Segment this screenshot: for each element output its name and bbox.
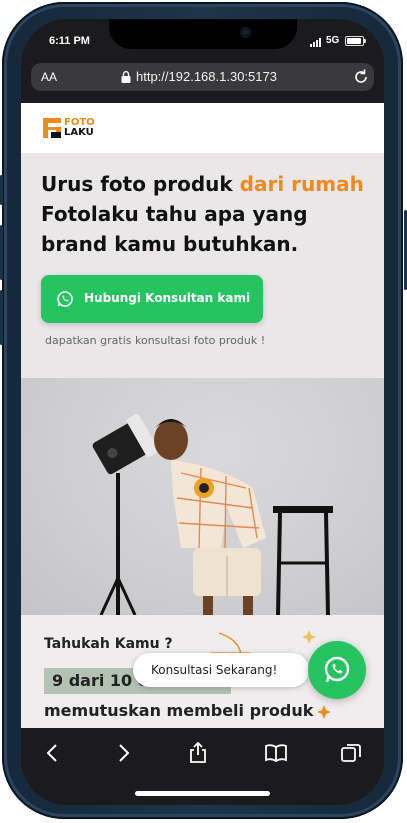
- share-icon[interactable]: [186, 741, 210, 765]
- headline-line-3: brand kamu butuhkan.: [41, 232, 299, 256]
- network-label: 5G: [326, 35, 340, 46]
- logo-mark-icon: [43, 118, 61, 138]
- statistic-text: memutuskan membeli produk: [44, 701, 314, 720]
- back-icon[interactable]: [41, 741, 65, 765]
- forward-icon[interactable]: [111, 741, 135, 765]
- whatsapp-icon: [324, 656, 350, 683]
- mute-switch: [0, 175, 3, 205]
- did-you-know-heading: Tahukah Kamu ?: [44, 636, 173, 652]
- headline-accent: dari rumah: [239, 172, 364, 196]
- fotolaku-logo[interactable]: FOTO LAKU: [43, 118, 95, 138]
- volume-up-button: [0, 225, 3, 280]
- volume-down-button: [0, 290, 3, 345]
- hero-section: Urus foto produk dari rumah Fotolaku tah…: [21, 153, 384, 378]
- battery-icon: [345, 36, 366, 46]
- status-bar: 6:11 PM 5G: [21, 19, 384, 63]
- logo-text: FOTO LAKU: [64, 118, 95, 138]
- bookmarks-icon[interactable]: [264, 741, 288, 765]
- cta-label: Hubungi Konsultan kami: [84, 291, 251, 305]
- hero-headline: Urus foto produk dari rumah Fotolaku tah…: [41, 169, 371, 259]
- consult-now-button[interactable]: Konsultasi Sekarang!: [133, 653, 309, 687]
- whatsapp-floating-button[interactable]: [308, 641, 366, 699]
- whatsapp-icon: [57, 291, 73, 307]
- url-text[interactable]: http://192.168.1.30:5173: [136, 69, 277, 84]
- screen: 6:11 PM 5G AA http://192.168.1.30:5173 F…: [21, 19, 384, 805]
- tabs-icon[interactable]: [339, 741, 363, 765]
- free-consultation-note: dapatkan gratis konsultasi foto produk !: [45, 334, 266, 347]
- notch: [109, 19, 297, 49]
- address-bar[interactable]: AA http://192.168.1.30:5173: [31, 63, 374, 91]
- camera: [240, 27, 251, 38]
- signal-icon: [310, 38, 321, 47]
- hero-photo: [21, 378, 384, 615]
- headline-line-2: Fotolaku tahu apa yang: [41, 202, 308, 226]
- text-size-button[interactable]: AA: [41, 70, 57, 84]
- status-time: 6:11 PM: [49, 35, 90, 47]
- reload-icon[interactable]: [352, 68, 370, 86]
- logo-line-2: LAKU: [64, 127, 94, 138]
- photographer-with-light-illustration: [92, 414, 333, 615]
- site-header: FOTO LAKU: [21, 103, 384, 153]
- lock-icon: [121, 71, 131, 83]
- contact-consultant-button[interactable]: Hubungi Konsultan kami: [41, 275, 263, 323]
- sparkle-icon: [317, 705, 331, 719]
- home-indicator[interactable]: [135, 791, 270, 796]
- web-page: FOTO LAKU Urus foto produk dari rumah Fo…: [21, 103, 384, 728]
- consult-now-label: Konsultasi Sekarang!: [151, 663, 278, 677]
- headline-part-1: Urus foto produk: [41, 172, 240, 196]
